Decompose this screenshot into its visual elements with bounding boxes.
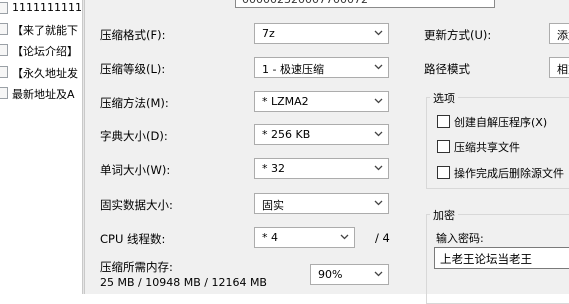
file-name: 【论坛介绍】 bbox=[12, 45, 78, 58]
memory-detail: 25 MB / 10948 MB / 12164 MB bbox=[100, 276, 267, 289]
update-mode-select[interactable]: 添加 bbox=[549, 23, 569, 44]
file-icon bbox=[0, 87, 8, 99]
solid-block-select-value: 固实 bbox=[262, 199, 284, 212]
update-mode-value: 添加 bbox=[557, 29, 569, 42]
shared-files-checkbox-label[interactable]: 压缩共享文件 bbox=[454, 139, 520, 155]
file-name: 最新地址及A bbox=[12, 88, 75, 101]
format-select[interactable]: 7z bbox=[254, 23, 389, 44]
encryption-group-title: 加密 bbox=[430, 207, 458, 223]
word-size-select-value: * 32 bbox=[262, 162, 285, 175]
solid-block-label: 固实数据大小: bbox=[100, 198, 173, 212]
solid-block-select[interactable]: 固实 bbox=[254, 193, 389, 214]
chevron-down-icon bbox=[374, 62, 383, 71]
threads-select[interactable]: * 4 bbox=[254, 227, 355, 248]
file-row[interactable]: 【论坛介绍】 bbox=[0, 40, 82, 60]
chevron-down-icon bbox=[374, 129, 383, 138]
memory-percent-value: 90% bbox=[318, 268, 343, 281]
chevron-down-icon bbox=[374, 96, 383, 105]
chevron-down-icon bbox=[374, 28, 383, 37]
file-row[interactable]: 最新地址及A bbox=[0, 83, 82, 103]
path-mode-value: 相对 bbox=[557, 63, 569, 76]
delete-after-checkbox-label[interactable]: 操作完成后删除源文件 bbox=[454, 165, 564, 181]
file-icon bbox=[0, 66, 8, 78]
options-group-title: 选项 bbox=[430, 90, 458, 106]
chevron-down-icon bbox=[374, 198, 383, 207]
memory-percent-select[interactable]: 90% bbox=[310, 264, 389, 285]
archive-path-field[interactable]: 000002320007700072 bbox=[235, 0, 495, 8]
dictionary-select[interactable]: * 256 KB bbox=[254, 124, 389, 145]
dictionary-label: 字典大小(D): bbox=[100, 129, 168, 143]
format-select-value: 7z bbox=[262, 27, 275, 40]
file-list: 1111111111 【来了就能下 【论坛介绍】 【永久地址发 最新地址及A bbox=[0, 0, 82, 294]
threads-label: CPU 线程数: bbox=[100, 232, 166, 246]
file-name: 1111111111 bbox=[12, 1, 82, 14]
method-select-value: * LZMA2 bbox=[262, 95, 309, 108]
file-name: 【永久地址发 bbox=[12, 67, 78, 80]
chevron-down-icon bbox=[374, 163, 383, 172]
file-row[interactable]: 【来了就能下 bbox=[0, 19, 82, 39]
level-select-value: 1 - 极速压缩 bbox=[262, 63, 324, 76]
delete-after-checkbox[interactable] bbox=[437, 166, 450, 179]
file-name: 【来了就能下 bbox=[12, 24, 78, 37]
password-label: 输入密码: bbox=[436, 232, 484, 245]
format-label: 压缩格式(F): bbox=[100, 28, 166, 42]
path-mode-select[interactable]: 相对 bbox=[549, 57, 569, 78]
word-size-label: 单词大小(W): bbox=[100, 163, 171, 177]
method-label: 压缩方法(M): bbox=[100, 96, 169, 110]
level-label: 压缩等级(L): bbox=[100, 62, 166, 76]
file-icon bbox=[0, 44, 8, 56]
update-mode-label: 更新方式(U): bbox=[424, 28, 492, 42]
dictionary-select-value: * 256 KB bbox=[262, 128, 311, 141]
sfx-checkbox[interactable] bbox=[437, 115, 450, 128]
word-size-select[interactable]: * 32 bbox=[254, 158, 389, 179]
shared-files-checkbox[interactable] bbox=[437, 140, 450, 153]
memory-label: 压缩所需内存: bbox=[100, 260, 173, 274]
level-select[interactable]: 1 - 极速压缩 bbox=[254, 57, 389, 78]
password-input[interactable]: 上老王论坛当老王 bbox=[434, 247, 569, 269]
file-row[interactable]: 1111111111 bbox=[0, 0, 82, 18]
file-row[interactable]: 【永久地址发 bbox=[0, 62, 82, 82]
add-to-archive-dialog: 000002320007700072 压缩格式(F): 7z 压缩等级(L): … bbox=[85, 0, 569, 304]
chevron-down-icon bbox=[340, 232, 349, 241]
threads-select-value: * 4 bbox=[262, 231, 278, 244]
file-icon bbox=[0, 2, 8, 14]
method-select[interactable]: * LZMA2 bbox=[254, 91, 389, 112]
chevron-down-icon bbox=[374, 269, 383, 278]
sfx-checkbox-label[interactable]: 创建自解压程序(X) bbox=[454, 114, 547, 130]
path-mode-label: 路径模式 bbox=[424, 62, 470, 76]
file-icon bbox=[0, 23, 8, 35]
threads-total: / 4 bbox=[375, 231, 390, 245]
